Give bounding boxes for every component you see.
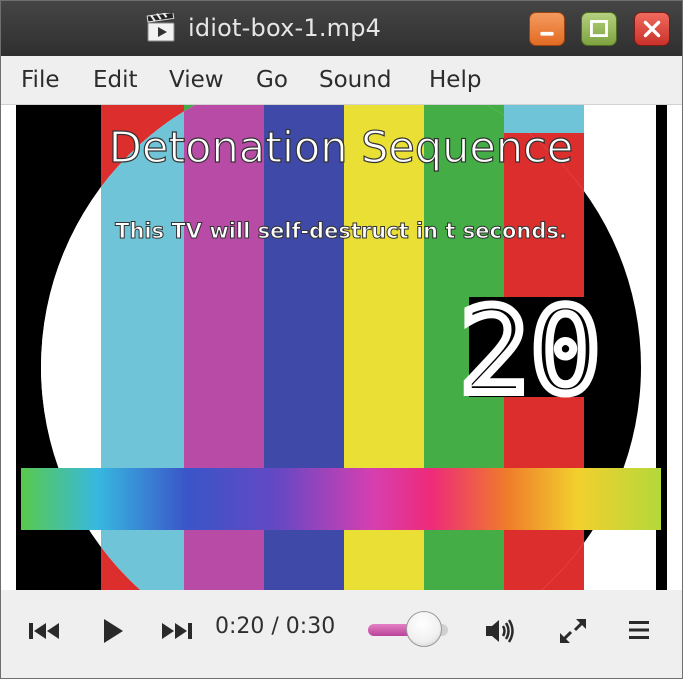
menu-go[interactable]: Go [256,56,288,105]
menu-bar: File Edit View Go Sound Help [1,56,682,105]
control-bar: 0:20 / 0:30 [1,590,682,678]
media-player-window: idiot-box-1.mp4 File Edit View Go Sound … [0,0,683,679]
spectrum-strip [21,468,661,530]
hamburger-menu-icon[interactable] [627,619,651,641]
play-icon[interactable] [101,617,125,645]
minimize-button[interactable] [529,12,565,46]
menu-view[interactable]: View [169,56,224,105]
maximize-button[interactable] [581,12,617,46]
menu-edit[interactable]: Edit [93,56,138,105]
menu-sound[interactable]: Sound [319,56,391,105]
video-message: This TV will self-destruct in t seconds. [115,219,567,243]
menu-help[interactable]: Help [429,56,481,105]
window-title: idiot-box-1.mp4 [188,14,382,42]
test-card-frame: 20 Detonation Sequence This TV will self… [16,105,667,590]
countdown-digits: 20 [459,282,601,420]
close-icon [643,20,661,38]
time-readout: 0:20 / 0:30 [215,614,336,639]
volume-slider-knob[interactable] [406,611,442,647]
title-bar[interactable]: idiot-box-1.mp4 [1,1,682,56]
film-clapperboard-icon [146,13,175,42]
skip-back-icon[interactable] [27,620,63,642]
volume-icon[interactable] [483,616,515,646]
fullscreen-icon[interactable] [557,616,589,646]
title-group: idiot-box-1.mp4 [146,7,381,49]
video-area[interactable]: 20 Detonation Sequence This TV will self… [16,105,667,590]
minimize-icon [540,31,554,36]
volume-slider[interactable] [368,611,448,647]
video-heading: Detonation Sequence [109,123,573,173]
skip-forward-icon[interactable] [158,620,194,642]
maximize-icon [590,20,608,37]
menu-file[interactable]: File [21,56,60,105]
close-button[interactable] [634,12,670,46]
